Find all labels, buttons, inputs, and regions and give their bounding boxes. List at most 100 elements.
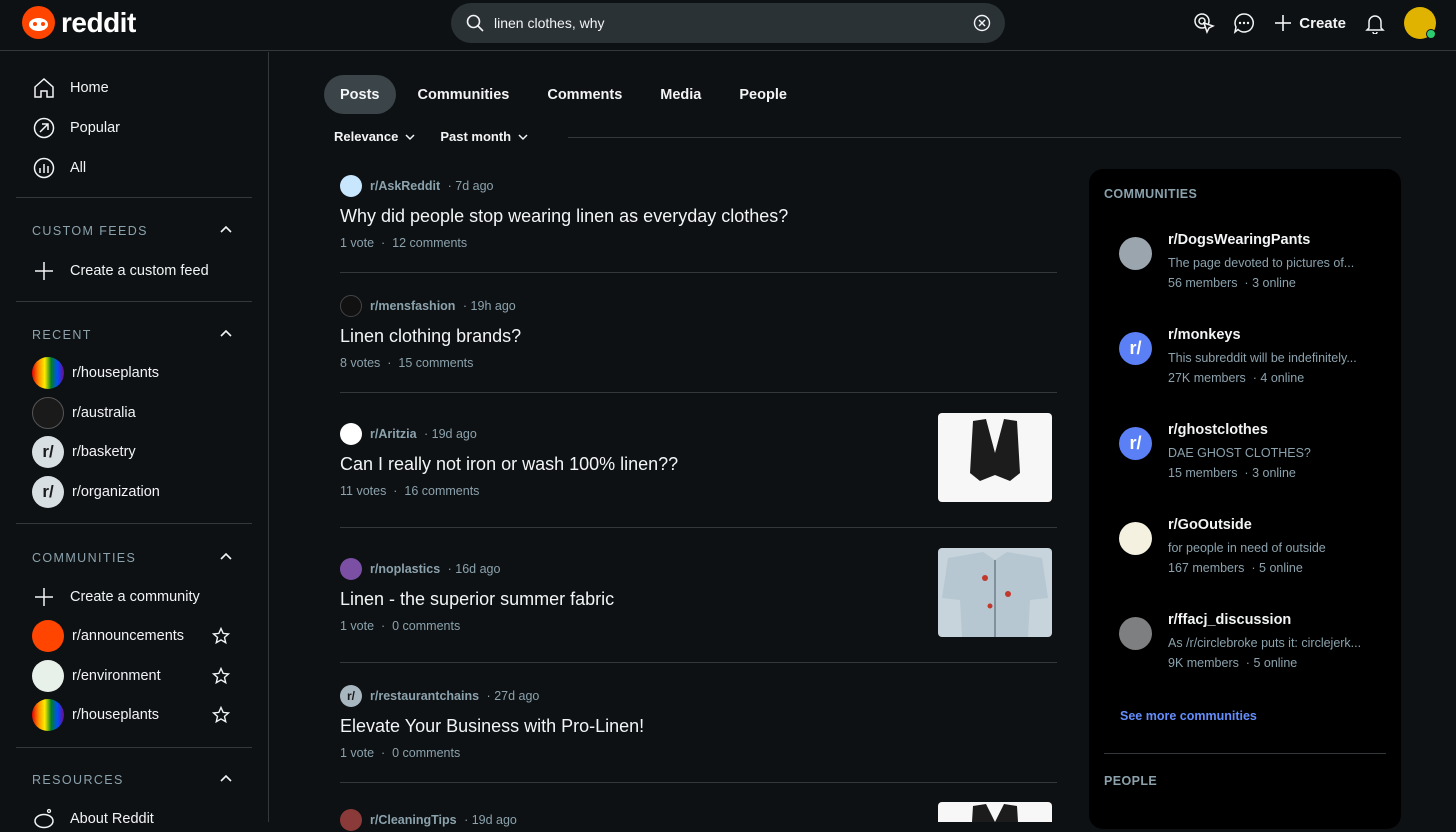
community-members: 56 members (1168, 276, 1238, 290)
clear-search-icon[interactable] (973, 14, 991, 32)
chevron-up-icon[interactable] (218, 328, 234, 340)
chevron-up-icon[interactable] (218, 551, 234, 563)
divider (568, 137, 1401, 138)
sidebar-item-label: r/organization (72, 484, 160, 500)
community-name[interactable]: r/ffacj_discussion (1168, 612, 1291, 628)
post-title[interactable]: Elevate Your Business with Pro-Linen! (340, 716, 1057, 737)
communities-heading: COMMUNITIES (32, 551, 137, 565)
chevron-down-icon (405, 133, 415, 140)
post-divider (340, 662, 1057, 663)
top-header: reddit linen clothes, why Create (0, 0, 1456, 51)
community-description: As /r/circlebroke puts it: circlejerk... (1168, 636, 1362, 650)
sidebar-item-community[interactable]: r/announcements (32, 620, 184, 652)
post-votes: 1 vote (340, 619, 375, 633)
community-name[interactable]: r/ghostclothes (1168, 422, 1268, 438)
star-icon[interactable] (212, 706, 230, 724)
post-subreddit-link[interactable]: r/AskReddit (370, 179, 440, 193)
star-icon[interactable] (212, 667, 230, 685)
subreddit-icon (340, 423, 362, 445)
user-avatar[interactable] (1404, 7, 1436, 39)
post-subreddit-link[interactable]: r/mensfashion (370, 299, 455, 313)
sidebar-item-label: Create a community (70, 589, 200, 605)
post-thumbnail[interactable] (938, 548, 1052, 637)
home-icon (34, 77, 54, 98)
create-custom-feed-button[interactable]: Create a custom feed (32, 259, 209, 283)
community-description: DAE GHOST CLOTHES? (1168, 446, 1311, 460)
search-input[interactable]: linen clothes, why (494, 15, 973, 31)
sidebar-item-community[interactable]: r/houseplants (32, 699, 159, 731)
subreddit-icon (340, 295, 362, 317)
post-votes: 1 vote (340, 236, 375, 250)
sidebar-item-home[interactable]: Home (32, 76, 109, 100)
sidebar-item-community[interactable]: r/environment (32, 660, 161, 692)
subreddit-icon (32, 620, 64, 652)
post-comments: 0 comments (392, 619, 461, 633)
sidebar-item-recent[interactable]: r/houseplants (32, 357, 159, 389)
post-age: 19d ago (471, 813, 517, 827)
post-result[interactable]: r/ r/restaurantchains · 27d ago Elevate … (340, 684, 1057, 760)
left-sidebar: Home Popular All CUSTOM FEEDS Create a c… (0, 52, 269, 829)
community-members: 9K members (1168, 656, 1239, 670)
search-result-tabs: Posts Communities Comments Media People (324, 75, 809, 114)
tab-communities[interactable]: Communities (402, 75, 526, 114)
chat-icon[interactable] (1233, 12, 1255, 34)
sidebar-item-label: r/environment (72, 668, 161, 684)
create-community-button[interactable]: Create a community (32, 585, 200, 609)
community-name[interactable]: r/monkeys (1168, 327, 1241, 343)
community-online: 4 online (1260, 371, 1305, 385)
sidebar-item-recent[interactable]: r/australia (32, 397, 136, 429)
subreddit-icon (340, 558, 362, 580)
post-thumbnail[interactable] (938, 802, 1052, 822)
sidebar-item-label: About Reddit (70, 811, 154, 827)
sidebar-item-recent[interactable]: r/ r/organization (32, 476, 160, 508)
post-subreddit-link[interactable]: r/restaurantchains (370, 689, 479, 703)
star-icon[interactable] (212, 627, 230, 645)
community-name[interactable]: r/GoOutside (1168, 517, 1252, 533)
community-name[interactable]: r/DogsWearingPants (1168, 232, 1310, 248)
snoo-outline-icon (34, 808, 54, 829)
time-filter-dropdown[interactable]: Past month (440, 129, 529, 144)
custom-feeds-heading: CUSTOM FEEDS (32, 224, 148, 238)
post-age: 19h ago (470, 299, 516, 313)
communities-panel-title: COMMUNITIES (1104, 187, 1198, 201)
post-title[interactable]: Why did people stop wearing linen as eve… (340, 206, 1057, 227)
post-divider (340, 272, 1057, 273)
tab-people[interactable]: People (723, 75, 803, 114)
chevron-up-icon[interactable] (218, 773, 234, 785)
see-more-communities-link[interactable]: See more communities (1120, 709, 1257, 723)
post-result[interactable]: r/AskReddit · 7d ago Why did people stop… (340, 174, 1057, 250)
community-online: 5 online (1253, 656, 1298, 670)
logo-text: reddit (61, 6, 136, 38)
post-age: 7d ago (455, 179, 494, 193)
post-subreddit-link[interactable]: r/noplastics (370, 562, 440, 576)
sidebar-item-popular[interactable]: Popular (32, 116, 120, 140)
subreddit-icon (32, 397, 64, 429)
sidebar-item-recent[interactable]: r/ r/basketry (32, 436, 136, 468)
community-description: The page devoted to pictures of... (1168, 256, 1355, 270)
sort-dropdown[interactable]: Relevance (334, 129, 416, 144)
plus-icon (1275, 15, 1292, 31)
search-bar[interactable]: linen clothes, why (451, 3, 1005, 43)
sidebar-item-about-reddit[interactable]: About Reddit (32, 807, 154, 831)
post-thumbnail[interactable] (938, 413, 1052, 502)
tab-media[interactable]: Media (644, 75, 717, 114)
subreddit-default-icon: r/ (340, 685, 362, 707)
post-votes: 8 votes (340, 356, 381, 370)
community-online: 3 online (1252, 466, 1296, 480)
tab-posts[interactable]: Posts (324, 75, 396, 114)
search-icon (466, 14, 484, 32)
post-subreddit-link[interactable]: r/Aritzia (370, 427, 417, 441)
advertise-icon[interactable] (1193, 12, 1216, 34)
plus-icon (35, 262, 53, 280)
create-button[interactable]: Create (1273, 13, 1346, 33)
reddit-logo[interactable]: reddit (22, 6, 136, 39)
chevron-up-icon[interactable] (218, 224, 234, 236)
recent-heading: RECENT (32, 328, 92, 342)
tab-comments[interactable]: Comments (531, 75, 638, 114)
post-subreddit-link[interactable]: r/CleaningTips (370, 813, 457, 827)
notification-bell-icon[interactable] (1364, 12, 1386, 34)
sidebar-item-all[interactable]: All (32, 156, 86, 180)
communities-panel: COMMUNITIES r/DogsWearingPants The page … (1089, 169, 1401, 829)
post-title[interactable]: Linen clothing brands? (340, 326, 1057, 347)
post-result[interactable]: r/mensfashion · 19h ago Linen clothing b… (340, 294, 1057, 370)
